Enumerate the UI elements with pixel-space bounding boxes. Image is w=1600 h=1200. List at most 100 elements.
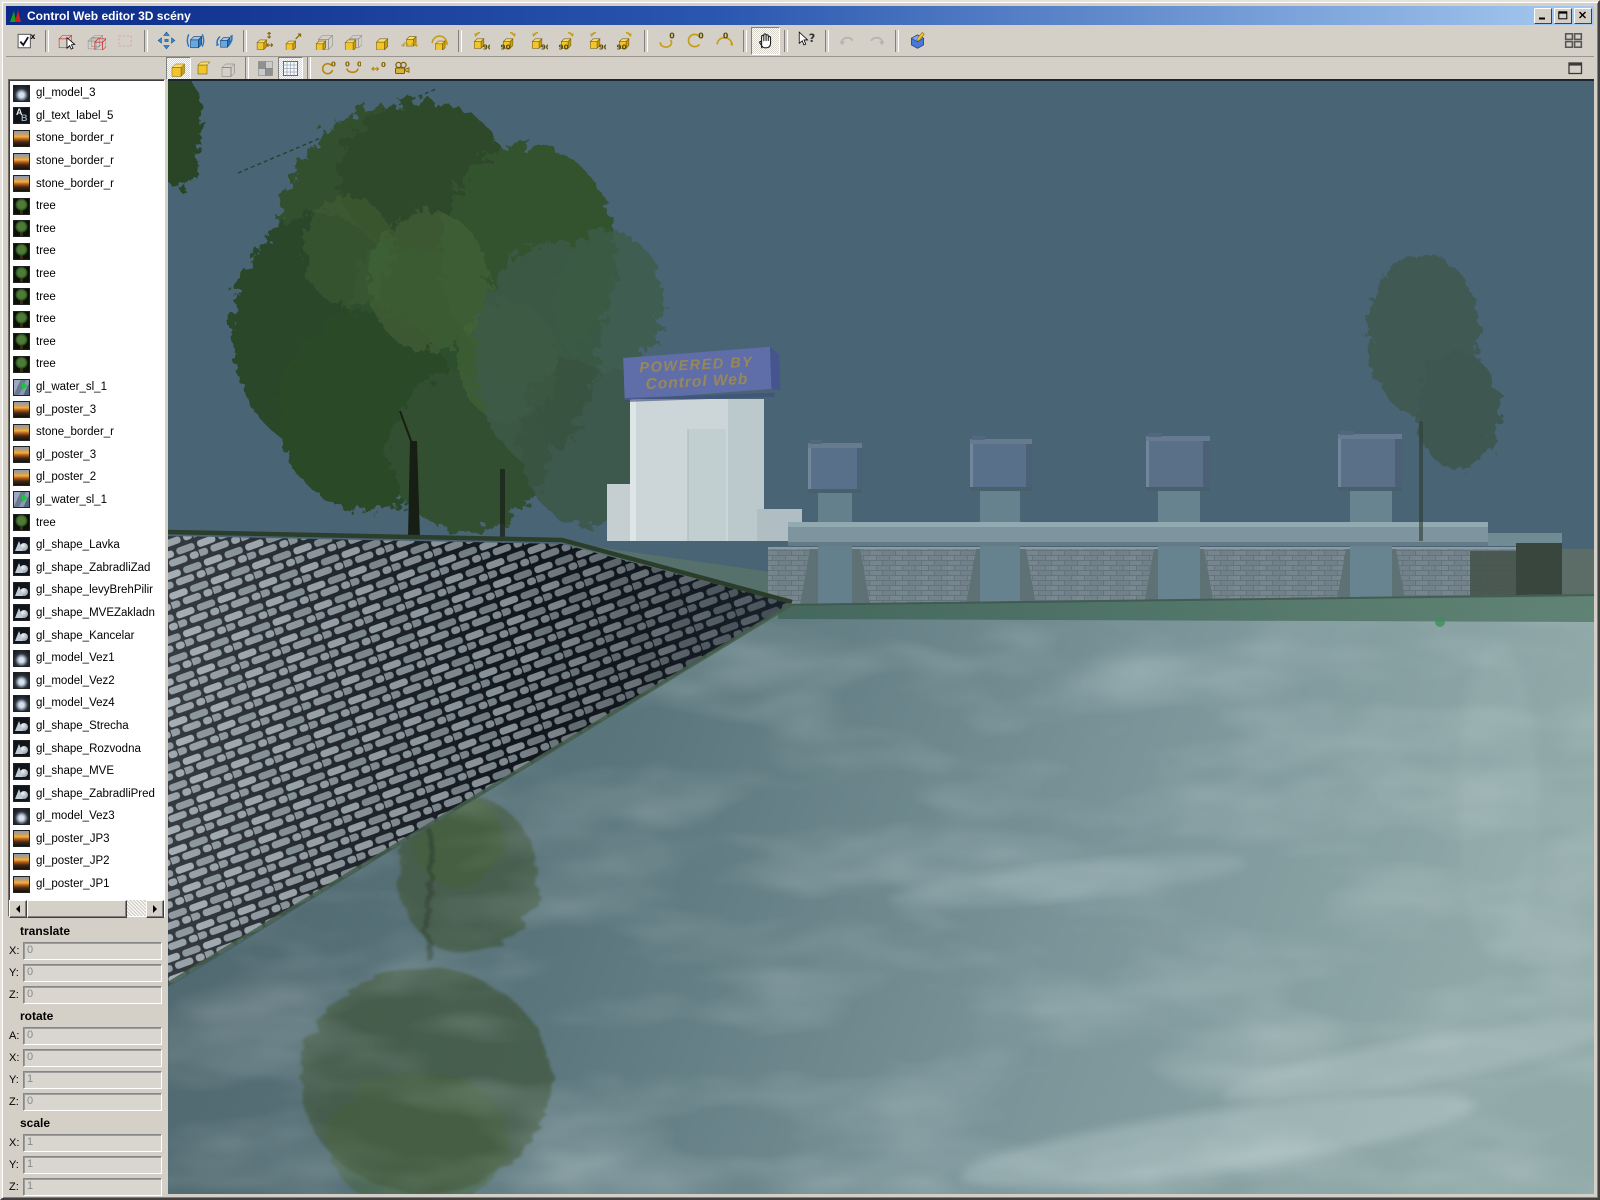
scene-object-row[interactable]: gl_text_label_5 [9,105,164,128]
scene-object-row[interactable]: gl_poster_3 [9,444,164,467]
scene-object-row[interactable]: gl_poster_3 [9,398,164,421]
rotate-90-4-button[interactable]: 90 [553,27,582,55]
scale-x-field[interactable]: 1 [23,1134,162,1152]
translate-x-field[interactable]: 0 [23,942,162,960]
scene-object-row[interactable]: gl_model_Vez2 [9,669,164,692]
scene-object-row[interactable]: tree [9,218,164,241]
texture-toggle-button[interactable] [253,57,278,80]
camera-reset-pan-button[interactable]: ↔0 [365,57,390,80]
scene-object-row[interactable]: tree [9,240,164,263]
undo-button[interactable] [833,27,862,55]
scroll-right-button[interactable] [146,900,164,918]
scene-object-row[interactable]: stone_border_r [9,172,164,195]
scene-object-row[interactable]: gl_shape_MVEZakladn [9,602,164,625]
scene-object-row[interactable]: gl_model_Vez1 [9,647,164,670]
rotate-a-field[interactable]: 0 [23,1027,162,1045]
grid-toggle-button[interactable] [278,57,303,80]
scene-object-row[interactable]: gl_model_Vez3 [9,805,164,828]
view-rotate-button[interactable] [210,27,239,55]
object-scale-axis-button[interactable] [338,27,367,55]
reset-rotation-y-button[interactable]: 0 [681,27,710,55]
rotate-y-field[interactable]: 1 [23,1071,162,1089]
render-flat-button[interactable] [191,57,216,80]
render-solid-button[interactable] [166,57,191,80]
translate-y-field[interactable]: 0 [23,964,162,982]
scene-object-row[interactable]: gl_poster_JP3 [9,828,164,851]
scrollbar-thumb[interactable] [27,900,127,918]
camera-reset-pitch-button[interactable]: 00 [340,57,365,80]
scene-object-row[interactable]: gl_shape_Strecha [9,715,164,738]
scene-object-row[interactable]: gl_poster_2 [9,466,164,489]
translate-z-field[interactable]: 0 [23,986,162,1004]
scroll-left-button[interactable] [9,900,27,918]
select-region-button[interactable] [111,27,140,55]
object-scale-uniform-button[interactable] [309,27,338,55]
scale-y-field[interactable]: 1 [23,1156,162,1174]
object-move-axis-button[interactable]: ↕↔ [251,27,280,55]
scale-y-row: Y:1 [9,1156,162,1174]
close-button[interactable] [1574,8,1592,24]
rotate-90-3-button[interactable]: 90 [524,27,553,55]
rotate-90-6-button[interactable]: 90 [611,27,640,55]
maximize-viewport-button[interactable] [1563,57,1588,80]
scene-object-row[interactable]: tree [9,263,164,286]
list-horizontal-scrollbar[interactable] [9,900,164,916]
select-object-button[interactable] [53,27,82,55]
scale-z-field[interactable]: 1 [23,1178,162,1196]
scene-object-row[interactable]: gl_water_sl_1 [9,376,164,399]
camera-reset-roll-button[interactable]: 0 [315,57,340,80]
scene-object-row[interactable]: gl_model_3 [9,82,164,105]
object-scale-small-button[interactable] [367,27,396,55]
scene-object-row[interactable]: tree [9,308,164,331]
object-rotate-button[interactable]: ↶↷ [396,27,425,55]
view-zoom-cube-button[interactable] [181,27,210,55]
apply-check-button[interactable]: x [12,27,41,55]
camera-view-button[interactable] [390,57,415,80]
rotate-90-1-button[interactable]: 90 [466,27,495,55]
reset-rotation-x-button[interactable]: 0 [652,27,681,55]
scene-properties-button[interactable] [903,27,932,55]
scene-object-row[interactable]: stone_border_r [9,127,164,150]
render-wireframe-button[interactable] [216,57,241,80]
scene-object-row[interactable]: gl_poster_JP2 [9,850,164,873]
select-multi-button[interactable] [82,27,111,55]
scene-object-row[interactable]: stone_border_r [9,150,164,173]
scene-object-row[interactable]: gl_shape_ZabradliPred [9,782,164,805]
scene-object-row[interactable]: gl_poster_JP1 [9,873,164,896]
scene-object-row[interactable]: tree [9,195,164,218]
rotate-90-2-button[interactable]: 90 [495,27,524,55]
pan-hand-button[interactable] [751,27,780,55]
scene-object-row[interactable]: tree [9,353,164,376]
shape-thumbnail-icon [13,763,30,780]
minimize-button[interactable] [1534,8,1552,24]
titlebar[interactable]: Control Web editor 3D scény [6,6,1594,25]
scene-object-row[interactable]: tree [9,285,164,308]
scene-object-row[interactable]: gl_shape_Kancelar [9,624,164,647]
object-move-free-button[interactable]: ↗ [280,27,309,55]
maximize-button[interactable] [1554,8,1572,24]
scene-object-row[interactable]: stone_border_r [9,421,164,444]
scene-object-row[interactable]: gl_shape_MVE [9,760,164,783]
3d-viewport[interactable]: POWERED BY Control Web [168,79,1594,1194]
viewport-layout-button[interactable] [1559,27,1588,55]
redo-button[interactable] [862,27,891,55]
view-pan-button[interactable] [152,27,181,55]
scrollbar-track[interactable] [127,900,146,916]
scene-object-row[interactable]: gl_model_Vez4 [9,692,164,715]
rotate-x-field[interactable]: 0 [23,1049,162,1067]
scene-object-row[interactable]: tree [9,511,164,534]
scene-object-row[interactable]: gl_shape_Lavka [9,534,164,557]
scene-object-row[interactable]: gl_shape_levyBrehPilir [9,579,164,602]
scene-object-row[interactable]: tree [9,331,164,354]
rotate-z-field[interactable]: 0 [23,1093,162,1111]
scene-object-row[interactable]: gl_shape_Rozvodna [9,737,164,760]
rotate-90-5-button[interactable]: 90 [582,27,611,55]
object-rotate-arc-button[interactable] [425,27,454,55]
context-help-button[interactable]: ? [792,27,821,55]
scene-object-list[interactable]: gl_model_3gl_text_label_5stone_border_rs… [8,79,165,917]
scene-object-label: tree [36,358,56,370]
scene-object-row[interactable]: gl_water_sl_1 [9,489,164,512]
scene-object-row[interactable]: gl_shape_ZabradliZad [9,556,164,579]
toolbar-separator [644,30,648,52]
reset-rotation-z-button[interactable]: 0 [710,27,739,55]
